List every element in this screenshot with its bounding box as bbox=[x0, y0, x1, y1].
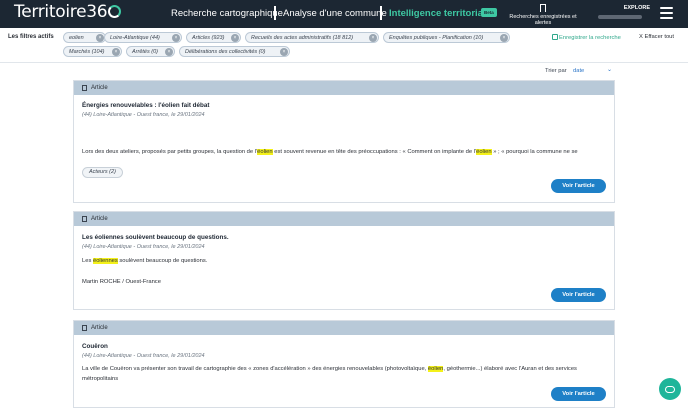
result-card: Article Les éoliennes soulèvent beaucoup… bbox=[73, 211, 615, 310]
save-icon bbox=[552, 34, 558, 40]
sort-select[interactable]: date bbox=[573, 68, 584, 74]
save-search-label: Enregistrer la recherche bbox=[559, 35, 621, 41]
card-excerpt: Les éoliennes soulèvent beaucoup de ques… bbox=[82, 258, 208, 264]
filter-chip-label: Enquêtes publiques - Planification (10) bbox=[389, 34, 484, 41]
bookmark-icon bbox=[540, 4, 546, 12]
filter-chip-label: Recueils des actes administratifs (18 81… bbox=[251, 34, 354, 41]
view-article-button[interactable]: Voir l'article bbox=[551, 179, 606, 193]
actors-tag[interactable]: Acteurs (2) bbox=[82, 167, 123, 178]
saved-searches-label: Recherches enregistrées et alertes bbox=[509, 14, 577, 26]
filter-chip-label: Marchés (104) bbox=[69, 48, 105, 55]
card-meta: (44) Loire-Atlantique - Ouest france, le… bbox=[82, 353, 205, 359]
nav-intelligence-territoriale[interactable]: Intelligence territoriale bbox=[389, 8, 491, 19]
filter-chip: Délibérations des collectivités (0) × bbox=[179, 46, 290, 57]
logo-ring-icon bbox=[108, 5, 122, 18]
remove-filter-icon[interactable]: × bbox=[96, 34, 104, 42]
beta-badge: Beta bbox=[481, 8, 497, 17]
result-card: Article Énergies renouvelables : l'éolie… bbox=[73, 80, 615, 203]
user-email-redacted bbox=[598, 15, 642, 19]
filter-chip-label: Loire-Atlantique (44) bbox=[110, 34, 160, 41]
card-title[interactable]: Énergies renouvelables : l'éolien fait d… bbox=[82, 102, 209, 109]
top-header: Territoire36 Recherche cartographique An… bbox=[0, 0, 688, 28]
logo-text: Territoire36 bbox=[14, 2, 108, 22]
result-card: Article Couëron (44) Loire-Atlantique - … bbox=[73, 320, 615, 408]
chevron-down-icon[interactable]: ⌄ bbox=[607, 66, 612, 73]
account-name[interactable]: EXPLORE bbox=[612, 5, 650, 11]
remove-filter-icon[interactable]: × bbox=[172, 34, 180, 42]
filter-chip-label: eolien bbox=[69, 34, 84, 41]
filter-chip-label: Délibérations des collectivités (0) bbox=[185, 48, 266, 55]
card-type: Article bbox=[91, 85, 108, 91]
filter-chip-label: Articles (923) bbox=[192, 34, 225, 41]
card-title[interactable]: Couëron bbox=[82, 343, 108, 350]
remove-filter-icon[interactable]: × bbox=[231, 34, 239, 42]
filter-chip: Articles (923) × bbox=[186, 32, 241, 43]
filter-chip: Arrêtés (0) × bbox=[126, 46, 175, 57]
remove-filter-icon[interactable]: × bbox=[112, 48, 120, 56]
nav-recherche-cartographique[interactable]: Recherche cartographique bbox=[171, 8, 283, 19]
logo[interactable]: Territoire36 bbox=[14, 2, 122, 22]
card-excerpt: Lors des deux ateliers, proposés par pet… bbox=[82, 149, 578, 155]
remove-filter-icon[interactable]: × bbox=[369, 34, 377, 42]
card-meta: (44) Loire-Atlantique - Ouest france, le… bbox=[82, 112, 205, 118]
filters-divider bbox=[0, 62, 688, 63]
nav-separator bbox=[380, 6, 382, 20]
view-article-button[interactable]: Voir l'article bbox=[551, 387, 606, 401]
document-icon bbox=[82, 85, 87, 91]
card-header: Article bbox=[74, 212, 614, 226]
card-author: Martin ROCHE / Ouest-France bbox=[82, 279, 161, 285]
card-title[interactable]: Les éoliennes soulèvent beaucoup de ques… bbox=[82, 234, 229, 241]
card-excerpt: La ville de Couëron va présenter son tra… bbox=[82, 366, 577, 382]
card-header: Article bbox=[74, 321, 614, 335]
sort-label: Trier par bbox=[545, 68, 567, 74]
chat-icon bbox=[665, 385, 675, 393]
card-type: Article bbox=[91, 325, 108, 331]
saved-searches-button[interactable]: Recherches enregistrées et alertes bbox=[502, 4, 584, 26]
clear-all-button[interactable]: X Effacer tout bbox=[639, 34, 674, 40]
remove-filter-icon[interactable]: × bbox=[500, 34, 508, 42]
card-type: Article bbox=[91, 216, 108, 222]
nav-separator bbox=[274, 6, 276, 20]
filter-chip: Loire-Atlantique (44) × bbox=[104, 32, 182, 43]
active-filters-label: Les filtres actifs bbox=[8, 34, 54, 40]
save-search-button[interactable]: Enregistrer la recherche bbox=[552, 34, 621, 41]
card-meta: (44) Loire-Atlantique - Ouest france, le… bbox=[82, 244, 205, 250]
document-icon bbox=[82, 325, 87, 331]
filter-chip: Marchés (104) × bbox=[63, 46, 122, 57]
filter-chip: Enquêtes publiques - Planification (10) × bbox=[383, 32, 510, 43]
filter-chip: Recueils des actes administratifs (18 81… bbox=[245, 32, 379, 43]
document-icon bbox=[82, 216, 87, 222]
view-article-button[interactable]: Voir l'article bbox=[551, 288, 606, 302]
nav-analyse-commune[interactable]: Analyse d'une commune bbox=[283, 8, 387, 19]
hamburger-icon[interactable] bbox=[660, 7, 673, 19]
remove-filter-icon[interactable]: × bbox=[280, 48, 288, 56]
remove-filter-icon[interactable]: × bbox=[165, 48, 173, 56]
card-header: Article bbox=[74, 81, 614, 95]
filter-chip: eolien × bbox=[63, 32, 106, 43]
chat-button[interactable] bbox=[659, 378, 681, 400]
filter-chip-label: Arrêtés (0) bbox=[132, 48, 158, 55]
